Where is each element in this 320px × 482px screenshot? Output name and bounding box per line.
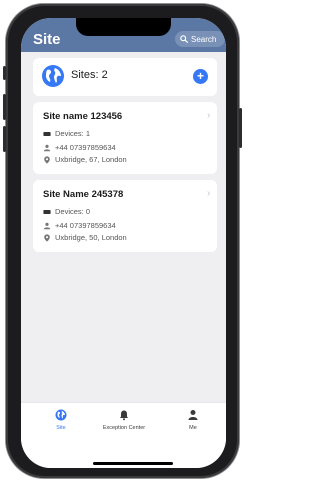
- devices-count: Devices: 1: [55, 129, 91, 138]
- sites-count-label: Sites: 2: [71, 69, 108, 81]
- phone-number: +44 07397859634: [55, 143, 116, 152]
- site-card[interactable]: Site name 123456 › Devices: 1 +44 073978…: [33, 102, 217, 174]
- page-title: Site: [33, 31, 61, 48]
- tab-me-label: Me: [189, 425, 197, 431]
- search-icon: [180, 35, 188, 43]
- tab-me[interactable]: Me: [173, 409, 213, 431]
- mute-switch: [3, 66, 6, 80]
- volume-up-button: [3, 94, 6, 120]
- home-indicator: [93, 462, 173, 465]
- phone-row: +44 07397859634: [43, 221, 116, 230]
- phone-number: +44 07397859634: [55, 221, 116, 230]
- location-pin-icon: [44, 155, 50, 164]
- search-button[interactable]: Search: [175, 31, 225, 47]
- person-icon: [188, 410, 198, 420]
- volume-down-button: [3, 126, 6, 152]
- screen: Site Search Sites: 2 + Site name 123456 …: [21, 18, 226, 468]
- site-name: Site Name 245378: [43, 189, 124, 200]
- bell-icon: [120, 410, 128, 421]
- globe-icon: [55, 409, 67, 421]
- address-row: Uxbridge, 67, London: [43, 155, 127, 164]
- tab-site-label: Site: [56, 425, 66, 431]
- devices-row: Devices: 0: [43, 207, 90, 216]
- tab-bar: Site Exception Center Me: [21, 402, 226, 468]
- chevron-right-icon: ›: [207, 188, 211, 199]
- notch: [76, 18, 171, 36]
- devices-count: Devices: 0: [55, 207, 91, 216]
- devices-row: Devices: 1: [43, 129, 90, 138]
- phone-row: +44 07397859634: [43, 143, 116, 152]
- address: Uxbridge, 50, London: [55, 233, 127, 242]
- device-icon: [43, 131, 51, 136]
- tab-site[interactable]: Site: [41, 409, 81, 431]
- device-icon: [43, 209, 51, 214]
- search-label: Search: [191, 34, 217, 44]
- sites-summary-card: Sites: 2 +: [33, 58, 217, 96]
- address-row: Uxbridge, 50, London: [43, 233, 127, 242]
- person-icon: [43, 144, 51, 151]
- tab-exception-center-label: Exception Center: [102, 425, 146, 431]
- add-site-button[interactable]: +: [193, 69, 208, 84]
- site-name: Site name 123456: [43, 111, 123, 122]
- location-pin-icon: [44, 233, 50, 242]
- address: Uxbridge, 67, London: [55, 155, 127, 164]
- tab-exception-center[interactable]: Exception Center: [93, 409, 155, 431]
- power-button: [239, 108, 242, 148]
- person-icon: [43, 222, 51, 229]
- globe-icon: [42, 65, 64, 87]
- chevron-right-icon: ›: [207, 110, 211, 121]
- site-card[interactable]: Site Name 245378 › Devices: 0 +44 073978…: [33, 180, 217, 252]
